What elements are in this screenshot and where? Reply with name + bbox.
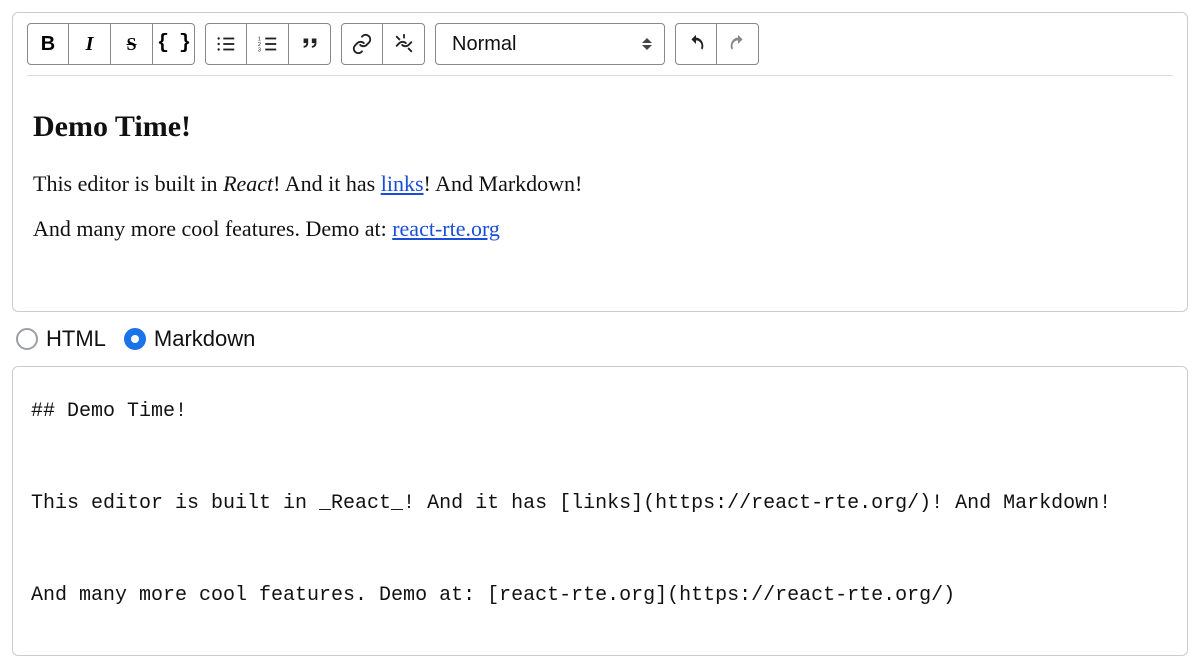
code-icon: { } <box>157 34 190 54</box>
code-button[interactable]: { } <box>153 23 195 65</box>
select-caret-icon <box>640 24 654 64</box>
link-group <box>341 23 425 65</box>
radio-markdown-label[interactable]: Markdown <box>154 326 255 352</box>
output-format-switch: HTML Markdown <box>12 312 1188 366</box>
text-span: ! And Markdown! <box>424 171 583 196</box>
content-link[interactable]: react-rte.org <box>392 216 500 241</box>
italic-button[interactable]: I <box>69 23 111 65</box>
block-style-group: 1 2 3 <box>205 23 331 65</box>
block-type-select[interactable]: Normal <box>435 23 665 65</box>
bold-button[interactable]: B <box>27 23 69 65</box>
strike-button[interactable]: S <box>111 23 153 65</box>
block-type-value: Normal <box>452 33 516 56</box>
unlink-button[interactable] <box>383 23 425 65</box>
undo-icon <box>685 33 707 55</box>
editor-content[interactable]: Demo Time! This editor is built in React… <box>27 76 1173 297</box>
content-heading: Demo Time! <box>33 104 1167 149</box>
ol-button[interactable]: 1 2 3 <box>247 23 289 65</box>
blockquote-button[interactable] <box>289 23 331 65</box>
italic-icon: I <box>86 34 94 54</box>
redo-icon <box>727 33 749 55</box>
inline-style-group: B I S { } <box>27 23 195 65</box>
ul-button[interactable] <box>205 23 247 65</box>
bold-icon: B <box>41 34 55 54</box>
radio-markdown[interactable] <box>124 328 146 350</box>
source-output[interactable]: ## Demo Time! This editor is built in _R… <box>12 366 1188 656</box>
link-icon <box>351 33 373 55</box>
unlink-icon <box>393 33 415 55</box>
svg-text:3: 3 <box>257 47 260 53</box>
redo-button[interactable] <box>717 23 759 65</box>
toolbar: B I S { } <box>27 23 1173 76</box>
numbered-list-icon: 1 2 3 <box>257 33 279 55</box>
text-span: ! And it has <box>273 171 381 196</box>
strikethrough-icon: S <box>126 35 136 53</box>
text-span: This editor is built in <box>33 171 223 196</box>
history-group <box>675 23 759 65</box>
link-button[interactable] <box>341 23 383 65</box>
quote-icon <box>299 33 321 55</box>
text-span: And many more cool features. Demo at: <box>33 216 392 241</box>
content-link[interactable]: links <box>381 171 424 196</box>
radio-html-label[interactable]: HTML <box>46 326 106 352</box>
italic-text: React <box>223 171 273 196</box>
content-paragraph: This editor is built in React! And it ha… <box>33 167 1167 200</box>
content-paragraph: And many more cool features. Demo at: re… <box>33 212 1167 245</box>
radio-html[interactable] <box>16 328 38 350</box>
bullet-list-icon <box>215 33 237 55</box>
editor-panel: B I S { } <box>12 12 1188 312</box>
undo-button[interactable] <box>675 23 717 65</box>
